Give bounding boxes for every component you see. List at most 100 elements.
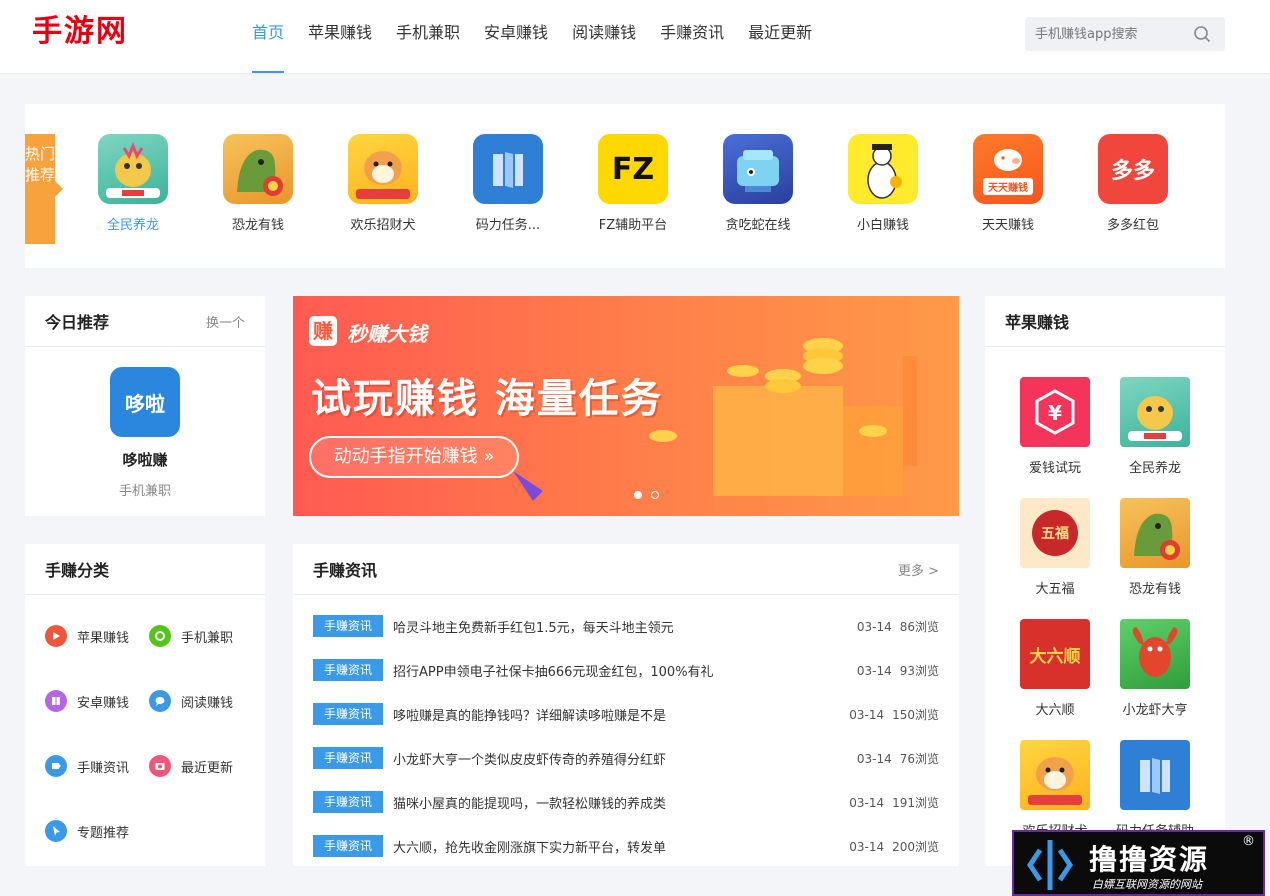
apple-app-item[interactable]: 小龙虾大亨 [1105, 619, 1205, 718]
hot-app-name: 小白赚钱 [856, 218, 909, 233]
apple-app-item[interactable]: 码力任务辅助 [1105, 740, 1205, 839]
liushun-icon: 大六顺 [1020, 619, 1090, 689]
news-title[interactable]: 招行APP申领电子社保卡抽666元现金红包，100%有礼 [393, 661, 849, 680]
categories-card: 手赚分类 苹果赚钱 手机兼职 安卓赚钱 阅读赚钱 手赚资讯 最近更新 专题推荐 [25, 544, 265, 866]
hot-app-item[interactable]: 恐龙有钱 [203, 134, 313, 233]
news-tag[interactable]: 手赚资讯 [313, 747, 383, 769]
category-android-earn[interactable]: 安卓赚钱 [45, 690, 129, 712]
apple-app-item[interactable]: 五福 大五福 [1005, 498, 1105, 597]
dinosaur-icon [223, 134, 293, 204]
news-date: 03-14 [856, 663, 892, 678]
hot-app-item[interactable]: 小白赚钱 [828, 134, 938, 233]
news-title[interactable]: 哈灵斗地主免费新手红包1.5元，每天斗地主领元 [393, 617, 849, 636]
app-icon[interactable]: 哆啦 [110, 367, 180, 437]
hot-app-name: 码力任务... [475, 218, 541, 233]
news-row[interactable]: 手赚资讯 哆啦赚是真的能挣钱吗？详细解读哆啦赚是不是 03-14 150浏览 [313, 703, 939, 725]
news-meta: 03-14 191浏览 [841, 794, 939, 811]
carousel-dot-active[interactable] [634, 491, 642, 499]
news-row[interactable]: 手赚资讯 猫咪小屋真的能提现吗，一款轻松赚钱的养成类 03-14 191浏览 [313, 791, 939, 813]
hot-app-item[interactable]: 多多 多多红包 [1078, 134, 1188, 233]
nav-android-earn[interactable]: 安卓赚钱 [484, 0, 548, 74]
news-meta: 03-14 150浏览 [841, 706, 939, 723]
apple-app-name: 小龙虾大亨 [1122, 703, 1188, 718]
category-reading-earn[interactable]: 阅读赚钱 [149, 690, 233, 712]
book-icon [45, 690, 67, 712]
news-tag[interactable]: 手赚资讯 [313, 703, 383, 725]
search-icon[interactable] [1193, 25, 1211, 43]
snake-game-icon [723, 134, 793, 204]
card-header: 苹果赚钱 [985, 296, 1225, 347]
apple-app-item[interactable]: 大六顺 大六顺 [1005, 619, 1105, 718]
news-row[interactable]: 手赚资讯 小龙虾大亨一个类似皮皮虾传奇的养殖得分红虾 03-14 76浏览 [313, 747, 939, 769]
carousel-dot[interactable] [651, 491, 659, 499]
watermark-registered: ® [1242, 834, 1255, 849]
header: 手游网 首页 苹果赚钱 手机兼职 安卓赚钱 阅读赚钱 手赚资讯 最近更新 [0, 0, 1270, 74]
news-title[interactable]: 小龙虾大亨一个类似皮皮虾传奇的养殖得分红虾 [393, 749, 849, 768]
news-tag[interactable]: 手赚资讯 [313, 615, 383, 637]
news-tag[interactable]: 手赚资讯 [313, 835, 383, 857]
search-input[interactable] [1025, 17, 1185, 51]
news-title[interactable]: 哆啦赚是真的能挣钱吗？详细解读哆啦赚是不是 [393, 705, 841, 724]
hot-app-name: 恐龙有钱 [231, 218, 284, 233]
nav-reading-earn[interactable]: 阅读赚钱 [572, 0, 636, 74]
nav-news[interactable]: 手赚资讯 [660, 0, 724, 74]
card-header: 手赚资讯 更多 > [293, 544, 959, 595]
news-tag[interactable]: 手赚资讯 [313, 659, 383, 681]
news-meta: 03-14 76浏览 [849, 750, 939, 767]
hot-app-name: 欢乐招财犬 [350, 218, 416, 233]
news-card: 手赚资讯 更多 > 手赚资讯 哈灵斗地主免费新手红包1.5元，每天斗地主领元 0… [293, 544, 959, 866]
hot-app-item[interactable]: 全民养龙 [78, 134, 188, 233]
goose-icon [848, 134, 918, 204]
news-meta: 03-14 200浏览 [841, 838, 939, 855]
news-date: 03-14 [856, 751, 892, 766]
apple-app-item[interactable]: ¥ 爱钱试玩 [1005, 377, 1105, 476]
news-meta: 03-14 86浏览 [849, 618, 939, 635]
dinosaur-icon [1120, 498, 1190, 568]
chat-icon [149, 690, 171, 712]
app-name[interactable]: 哆啦赚 [25, 449, 265, 470]
nav-home[interactable]: 首页 [252, 0, 285, 74]
fz-icon: FZ [598, 134, 668, 204]
category-apple-earn[interactable]: 苹果赚钱 [45, 625, 129, 647]
news-row[interactable]: 手赚资讯 哈灵斗地主免费新手红包1.5元，每天斗地主领元 03-14 86浏览 [313, 615, 939, 637]
news-meta: 03-14 93浏览 [849, 662, 939, 679]
category-recent[interactable]: 最近更新 [149, 755, 233, 777]
banner-cta-button[interactable]: 动动手指开始赚钱 » [309, 436, 519, 478]
hot-app-item[interactable]: FZ FZ辅助平台 [578, 134, 688, 233]
hot-recommend-tag: 热门推荐 [25, 134, 63, 244]
site-logo[interactable]: 手游网 [32, 14, 128, 50]
nav-apple-earn[interactable]: 苹果赚钱 [308, 0, 372, 74]
apple-app-name: 爱钱试玩 [1028, 461, 1081, 476]
apple-app-item[interactable]: 全民养龙 [1105, 377, 1205, 476]
news-row[interactable]: 手赚资讯 大六顺，抢先收金刚涨旗下实力新平台，转发单 03-14 200浏览 [313, 835, 939, 857]
today-recommend-card: 今日推荐 换一个 哆啦 哆啦赚 手机兼职 [25, 296, 265, 516]
hot-app-item[interactable]: 天天赚钱 天天赚钱 [953, 134, 1063, 233]
card-title: 苹果赚钱 [1005, 313, 1070, 332]
hot-app-name: FZ辅助平台 [598, 218, 668, 233]
red-packet-icon: 多多 [1098, 134, 1168, 204]
hot-app-item[interactable]: 码力任务... [453, 134, 563, 233]
category-news[interactable]: 手赚资讯 [45, 755, 129, 777]
apple-app-item[interactable]: 欢乐招财犬 [1005, 740, 1105, 839]
promo-banner[interactable]: 赚 秒赚大钱 试玩赚钱 海量任务 动动手指开始赚钱 » [293, 296, 959, 516]
card-header: 手赚分类 [25, 544, 265, 595]
news-title[interactable]: 大六顺，抢先收金刚涨旗下实力新平台，转发单 [393, 837, 841, 856]
news-title[interactable]: 猫咪小屋真的能提现吗，一款轻松赚钱的养成类 [393, 793, 841, 812]
category-mobile-parttime[interactable]: 手机兼职 [149, 625, 233, 647]
news-views: 86浏览 [899, 619, 939, 634]
banner-brand-icon: 赚 [309, 316, 337, 346]
category-special[interactable]: 专题推荐 [45, 820, 129, 842]
more-link[interactable]: 更多 > [898, 560, 939, 579]
refresh-link[interactable]: 换一个 [206, 312, 245, 331]
apple-app-item[interactable]: 恐龙有钱 [1105, 498, 1205, 597]
news-views: 76浏览 [899, 751, 939, 766]
category-label: 最近更新 [181, 760, 234, 776]
news-row[interactable]: 手赚资讯 招行APP申领电子社保卡抽666元现金红包，100%有礼 03-14 9… [313, 659, 939, 681]
hot-app-item[interactable]: 欢乐招财犬 [328, 134, 438, 233]
news-tag[interactable]: 手赚资讯 [313, 791, 383, 813]
card-title: 手赚资讯 [313, 561, 378, 580]
news-views: 93浏览 [899, 663, 939, 678]
nav-mobile-parttime[interactable]: 手机兼职 [396, 0, 460, 74]
nav-recent[interactable]: 最近更新 [748, 0, 812, 74]
hot-app-item[interactable]: 贪吃蛇在线 [703, 134, 813, 233]
